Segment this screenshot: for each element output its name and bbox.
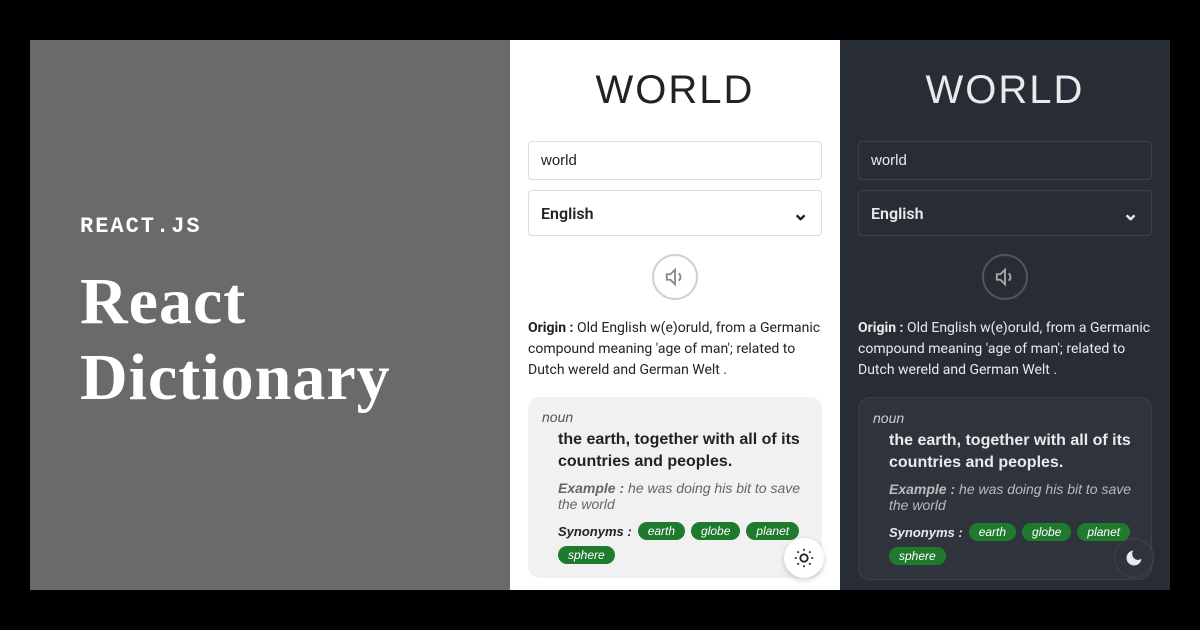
example-label: Example : [558, 480, 624, 496]
app-panel-dark: WORLD English ⌄ Origin : Old English w(e… [840, 40, 1170, 590]
word-heading: WORLD [528, 68, 822, 113]
definition-card: noun the earth, together with all of its… [858, 397, 1152, 580]
language-select[interactable]: English ⌄ [528, 190, 822, 236]
synonyms-row: Synonyms : earth globe planet sphere [889, 523, 1137, 565]
example-block: Example : he was doing his bit to save t… [889, 481, 1137, 513]
definition-text: the earth, together with all of its coun… [558, 429, 808, 472]
synonym-chip[interactable]: planet [1077, 523, 1130, 541]
example-block: Example : he was doing his bit to save t… [558, 480, 808, 512]
speaker-icon [664, 266, 686, 288]
synonyms-label: Synonyms : [889, 525, 963, 540]
chevron-down-icon: ⌄ [792, 201, 809, 225]
origin-label: Origin : [528, 320, 573, 336]
search-input[interactable] [858, 141, 1152, 180]
part-of-speech: noun [542, 409, 808, 425]
promo-eyebrow: REACT.JS [80, 214, 470, 239]
sun-icon [793, 547, 815, 569]
synonym-chip[interactable]: planet [746, 522, 799, 540]
speaker-icon [994, 266, 1016, 288]
app-panel-light: WORLD English ⌄ Origin : Old English w(e… [510, 40, 840, 590]
definition-text: the earth, together with all of its coun… [889, 430, 1137, 473]
language-selected: English [541, 204, 594, 223]
synonym-chip[interactable]: globe [1022, 523, 1071, 541]
origin-block: Origin : Old English w(e)oruld, from a G… [858, 318, 1152, 381]
synonyms-row: Synonyms : earth globe planet sphere [558, 522, 808, 564]
origin-label: Origin : [858, 320, 903, 336]
audio-play-button[interactable] [982, 254, 1028, 300]
part-of-speech: noun [873, 410, 1137, 426]
origin-block: Origin : Old English w(e)oruld, from a G… [528, 318, 822, 381]
word-heading: WORLD [858, 68, 1152, 113]
moon-icon [1124, 548, 1144, 568]
promo-panel: REACT.JS React Dictionary [30, 40, 510, 590]
theme-toggle-button[interactable] [1114, 538, 1154, 578]
synonym-chip[interactable]: sphere [889, 547, 946, 565]
synonyms-label: Synonyms : [558, 524, 632, 539]
definition-card: noun the earth, together with all of its… [528, 397, 822, 578]
synonym-chip[interactable]: globe [691, 522, 740, 540]
synonym-chip[interactable]: earth [969, 523, 1016, 541]
synonym-chip[interactable]: sphere [558, 546, 615, 564]
theme-toggle-button[interactable] [784, 538, 824, 578]
promo-title: React Dictionary [80, 264, 470, 416]
chevron-down-icon: ⌄ [1122, 201, 1139, 225]
audio-play-button[interactable] [652, 254, 698, 300]
language-select[interactable]: English ⌄ [858, 190, 1152, 236]
example-label: Example : [889, 481, 955, 497]
language-selected: English [871, 204, 924, 223]
synonym-chip[interactable]: earth [638, 522, 685, 540]
search-input[interactable] [528, 141, 822, 180]
